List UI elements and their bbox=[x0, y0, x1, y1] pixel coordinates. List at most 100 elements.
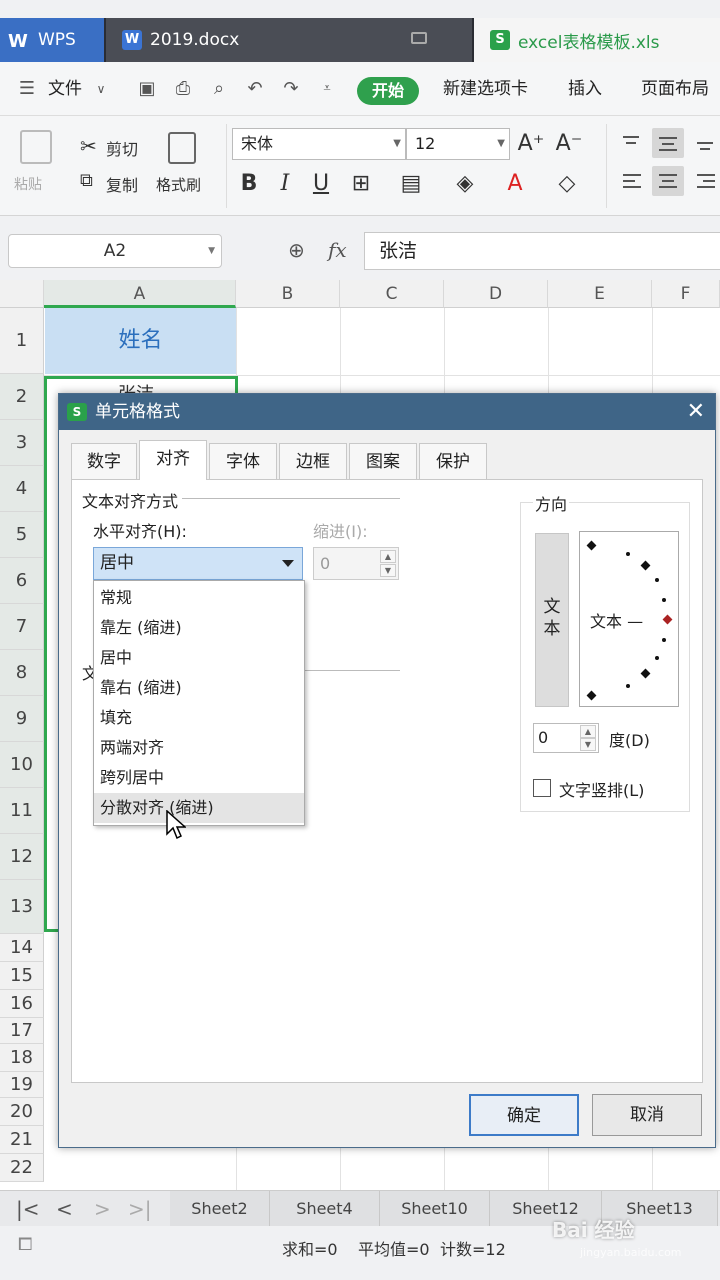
font-color-icon[interactable]: A bbox=[500, 168, 530, 200]
redo-icon[interactable]: ↷ bbox=[280, 79, 302, 99]
font-size-select[interactable]: 12 ▼ bbox=[406, 128, 510, 160]
first-sheet-icon[interactable]: |< bbox=[16, 1191, 40, 1227]
tab-protection[interactable]: 保护 bbox=[419, 443, 487, 479]
bold-button[interactable]: B bbox=[234, 168, 264, 200]
option-right-indent[interactable]: 靠右 (缩进) bbox=[94, 673, 304, 703]
copy-button[interactable]: 复制 bbox=[106, 172, 138, 196]
prev-sheet-icon[interactable]: < bbox=[56, 1191, 73, 1227]
tab-insert[interactable]: 插入 bbox=[568, 62, 602, 116]
sheet-tab[interactable]: Sheet4 bbox=[270, 1191, 380, 1227]
sheet-tab[interactable]: Sheet2 bbox=[170, 1191, 270, 1227]
row-header[interactable]: 18 bbox=[0, 1044, 44, 1072]
decrease-font-icon[interactable]: A⁻ bbox=[554, 128, 584, 160]
hamburger-menu-icon[interactable]: ☰ bbox=[16, 79, 38, 99]
stepper-down-icon[interactable]: ▼ bbox=[380, 564, 396, 577]
align-middle-icon[interactable] bbox=[652, 128, 684, 158]
vertical-text-checkbox-label[interactable]: 文字竖排(L) bbox=[559, 777, 644, 801]
view-mode-icon[interactable]: ⧠ bbox=[18, 1234, 32, 1255]
save-icon[interactable]: ▣ bbox=[136, 79, 158, 99]
row-header[interactable]: 3 bbox=[0, 420, 44, 466]
name-box[interactable]: A2 ▼ bbox=[8, 234, 222, 268]
row-header[interactable]: 17 bbox=[0, 1018, 44, 1044]
indent-stepper[interactable]: 0 ▲ ▼ bbox=[313, 547, 399, 580]
option-general[interactable]: 常规 bbox=[94, 583, 304, 613]
cell-style-icon[interactable]: ▤ bbox=[396, 168, 426, 200]
row-header[interactable]: 9 bbox=[0, 696, 44, 742]
stepper-up-icon[interactable]: ▲ bbox=[580, 725, 596, 738]
chevron-down-icon[interactable]: ∨ bbox=[90, 79, 112, 99]
column-header-f[interactable]: F bbox=[652, 280, 720, 308]
column-header-b[interactable]: B bbox=[236, 280, 340, 308]
copy-icon[interactable]: ⧉ bbox=[80, 170, 93, 191]
doc-file-tab[interactable]: W 2019.docx bbox=[106, 18, 472, 62]
tab-number[interactable]: 数字 bbox=[71, 443, 137, 479]
tab-start[interactable]: 开始 bbox=[357, 77, 419, 105]
row-header[interactable]: 12 bbox=[0, 834, 44, 880]
column-header-a[interactable]: A bbox=[44, 280, 236, 308]
align-right-icon[interactable] bbox=[690, 166, 720, 196]
underline-button[interactable]: U bbox=[306, 168, 336, 200]
more-dropdown-icon[interactable]: ⩡ bbox=[316, 79, 338, 99]
align-left-icon[interactable] bbox=[616, 166, 648, 196]
option-fill[interactable]: 填充 bbox=[94, 703, 304, 733]
column-header-e[interactable]: E bbox=[548, 280, 652, 308]
sheet-tab[interactable]: Sheet10 bbox=[380, 1191, 490, 1227]
option-justify[interactable]: 两端对齐 bbox=[94, 733, 304, 763]
format-painter-icon[interactable] bbox=[168, 132, 196, 164]
fx-icon[interactable]: fx bbox=[328, 238, 347, 262]
degree-stepper[interactable]: 0 ▲ ▼ bbox=[533, 723, 599, 753]
borders-icon[interactable]: ⊞ bbox=[346, 168, 376, 200]
row-header[interactable]: 20 bbox=[0, 1098, 44, 1126]
scissors-icon[interactable]: ✂ bbox=[80, 134, 97, 158]
align-center-icon[interactable] bbox=[652, 166, 684, 196]
ok-button[interactable]: 确定 bbox=[469, 1094, 579, 1136]
file-menu[interactable]: 文件 bbox=[48, 62, 82, 116]
column-header-d[interactable]: D bbox=[444, 280, 548, 308]
vertical-text-button[interactable]: 文本 bbox=[535, 533, 569, 707]
row-header[interactable]: 22 bbox=[0, 1154, 44, 1182]
option-distributed[interactable]: 分散对齐 (缩进) bbox=[94, 793, 304, 823]
stepper-down-icon[interactable]: ▼ bbox=[580, 738, 596, 751]
dialog-titlebar[interactable]: S 单元格格式 ✕ bbox=[59, 394, 715, 430]
align-bottom-icon[interactable] bbox=[690, 128, 720, 158]
last-sheet-icon[interactable]: >| bbox=[128, 1191, 152, 1227]
tab-alignment[interactable]: 对齐 bbox=[139, 440, 207, 480]
undo-icon[interactable]: ↶ bbox=[244, 79, 266, 99]
select-all-corner[interactable] bbox=[0, 280, 44, 308]
option-center[interactable]: 居中 bbox=[94, 643, 304, 673]
formula-input[interactable]: 张洁 bbox=[364, 232, 720, 270]
xls-file-tab[interactable]: S excel表格模板.xls bbox=[474, 18, 720, 62]
cut-button[interactable]: 剪切 bbox=[106, 136, 138, 160]
monitor-icon[interactable] bbox=[411, 32, 427, 44]
align-top-icon[interactable] bbox=[616, 128, 648, 158]
print-icon[interactable]: ⎙ bbox=[172, 79, 194, 99]
row-header[interactable]: 16 bbox=[0, 990, 44, 1018]
tab-border[interactable]: 边框 bbox=[279, 443, 347, 479]
option-center-across[interactable]: 跨列居中 bbox=[94, 763, 304, 793]
vertical-text-checkbox[interactable] bbox=[533, 779, 551, 797]
italic-button[interactable]: I bbox=[270, 168, 300, 200]
row-header[interactable]: 19 bbox=[0, 1072, 44, 1098]
column-header-c[interactable]: C bbox=[340, 280, 444, 308]
stepper-up-icon[interactable]: ▲ bbox=[380, 550, 396, 563]
row-header[interactable]: 1 bbox=[0, 308, 44, 374]
row-header[interactable]: 6 bbox=[0, 558, 44, 604]
row-header[interactable]: 15 bbox=[0, 962, 44, 990]
row-header[interactable]: 11 bbox=[0, 788, 44, 834]
tab-page-layout[interactable]: 页面布局 bbox=[641, 62, 709, 116]
format-painter-button[interactable]: 格式刷 bbox=[156, 174, 201, 195]
row-header[interactable]: 4 bbox=[0, 466, 44, 512]
orientation-dial[interactable]: 文本 — bbox=[579, 531, 679, 707]
tab-new[interactable]: 新建选项卡 bbox=[443, 62, 528, 116]
row-header[interactable]: 5 bbox=[0, 512, 44, 558]
row-header[interactable]: 8 bbox=[0, 650, 44, 696]
cell-a1-header[interactable]: 姓名 bbox=[45, 308, 236, 374]
cancel-button[interactable]: 取消 bbox=[592, 1094, 702, 1136]
row-header[interactable]: 21 bbox=[0, 1126, 44, 1154]
fill-color-icon[interactable]: ◈ bbox=[450, 168, 480, 200]
row-header[interactable]: 13 bbox=[0, 880, 44, 934]
close-icon[interactable]: ✕ bbox=[687, 394, 705, 430]
row-header[interactable]: 10 bbox=[0, 742, 44, 788]
wps-home-tab[interactable]: W WPS bbox=[0, 18, 104, 62]
print-preview-icon[interactable]: ⌕ bbox=[208, 79, 230, 99]
